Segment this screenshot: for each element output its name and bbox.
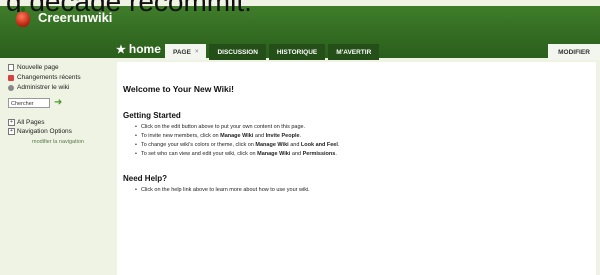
sidebar-item-admin[interactable]: Administrer le wiki — [8, 84, 69, 91]
page-title: Welcome to Your New Wiki! — [123, 84, 234, 94]
sidebar-item-recent-changes[interactable]: Changements récents — [8, 74, 81, 81]
getting-started-list: Click on the edit button above to put yo… — [135, 123, 339, 159]
list-item: Click on the help link above to learn mo… — [135, 186, 310, 195]
tree-item-nav-options[interactable]: + Navigation Options — [8, 128, 72, 135]
site-header: Creerunwiki ★ home PAGE × DISCUSSION HIS… — [0, 6, 600, 60]
tab-historique[interactable]: HISTORIQUE — [268, 44, 326, 60]
site-title[interactable]: Creerunwiki — [38, 10, 112, 25]
manage-wiki-ref: Manage Wiki — [255, 142, 289, 148]
modify-navigation-link[interactable]: modifier la navigation — [32, 139, 84, 145]
sidebar-item-new-page[interactable]: Nouvelle page — [8, 64, 59, 71]
sidebar-item-label: Nouvelle page — [17, 64, 59, 71]
manage-wiki-ref: Manage Wiki — [257, 151, 291, 157]
tab-discussion[interactable]: DISCUSSION — [209, 44, 266, 60]
search-input[interactable]: Chercher — [8, 98, 50, 108]
list-item-text: Click on the edit button above to put yo… — [140, 124, 306, 130]
page-tabs: PAGE × DISCUSSION HISTORIQUE M'AVERTIR — [165, 44, 380, 60]
sidebar-item-label: Changements récents — [17, 74, 81, 81]
list-item-text: . — [337, 142, 340, 148]
search-go-arrow-icon[interactable]: ➜ — [54, 98, 64, 108]
look-and-feel-ref: Look and Feel — [300, 142, 338, 148]
tab-avertir[interactable]: M'AVERTIR — [328, 44, 380, 60]
manage-wiki-ref: Manage Wiki — [220, 133, 254, 139]
need-help-heading: Need Help? — [123, 174, 168, 183]
list-item-text: and — [290, 151, 303, 157]
expand-plus-icon[interactable]: + — [8, 119, 15, 126]
list-item: To set who can view and edit your wiki, … — [135, 150, 339, 159]
list-item: To change your wiki's colors or theme, c… — [135, 141, 339, 150]
close-icon[interactable]: × — [195, 49, 199, 55]
list-item-text: Click on the help link above to learn mo… — [140, 187, 310, 193]
home-label: home — [128, 42, 161, 56]
tab-page-label: PAGE — [173, 48, 191, 56]
list-item-text: and — [253, 133, 266, 139]
clipped-top-text: g decade recommit. — [0, 0, 600, 12]
home-link[interactable]: ★ home — [116, 42, 161, 56]
list-item-text: To change your wiki's colors or theme, c… — [140, 142, 256, 148]
expand-plus-icon[interactable]: + — [8, 128, 15, 135]
list-item-text: . — [299, 133, 302, 139]
tree-item-all-pages[interactable]: + All Pages — [8, 119, 44, 126]
list-item-text: To set who can view and edit your wiki, … — [140, 151, 258, 157]
tab-discussion-label: DISCUSSION — [217, 48, 258, 56]
getting-started-heading: Getting Started — [123, 111, 181, 120]
permissions-ref: Permissions — [302, 151, 336, 157]
new-page-icon — [8, 64, 14, 71]
list-item-text: . — [335, 151, 337, 157]
invite-people-ref: Invite People — [265, 133, 300, 139]
list-item-text: and — [288, 142, 301, 148]
tab-avertir-label: M'AVERTIR — [336, 48, 372, 56]
tree-item-label: Navigation Options — [17, 128, 72, 135]
tab-page[interactable]: PAGE × — [165, 44, 207, 60]
main-content: Welcome to Your New Wiki! Getting Starte… — [117, 62, 596, 275]
admin-gear-icon — [8, 84, 14, 91]
list-item: To invite new members, click on Manage W… — [135, 132, 339, 141]
tree-item-label: All Pages — [17, 119, 45, 126]
tomato-logo-icon — [16, 7, 30, 27]
help-list: Click on the help link above to learn mo… — [135, 186, 310, 195]
sidebar-item-label: Administrer le wiki — [17, 84, 70, 91]
tab-historique-label: HISTORIQUE — [276, 48, 318, 56]
list-item-text: To invite new members, click on — [140, 133, 221, 139]
list-item: Click on the edit button above to put yo… — [135, 123, 339, 132]
recent-changes-icon — [8, 74, 14, 81]
star-icon: ★ — [116, 43, 126, 56]
sidebar: Nouvelle page Changements récents Admini… — [0, 58, 117, 275]
modifier-button[interactable]: MODIFIER — [548, 44, 600, 60]
